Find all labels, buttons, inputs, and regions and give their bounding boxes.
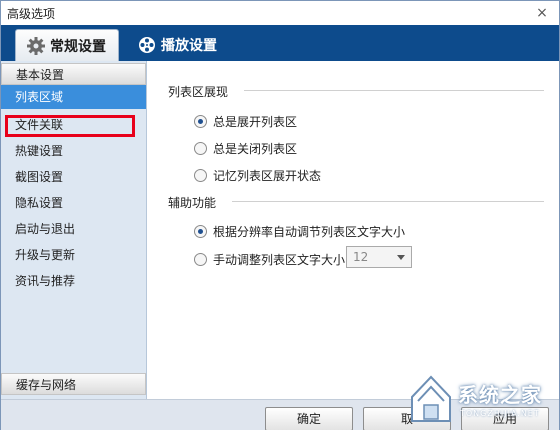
tab-playback-settings[interactable]: 播放设置	[127, 29, 227, 61]
tab-playback-label: 播放设置	[161, 38, 217, 54]
film-reel-icon	[137, 35, 157, 55]
settings-sidebar: 基本设置 列表区域 文件关联 热键设置 截图设置 隐私设置 启动与退出 升级与更…	[1, 61, 147, 399]
sidebar-item-privacy[interactable]: 隐私设置	[1, 191, 146, 215]
radio-label: 根据分辨率自动调节列表区文字大小	[213, 225, 406, 239]
radio-manual-font-size[interactable]: 手动调整列表区文字大小	[194, 251, 345, 268]
section-divider	[232, 201, 544, 202]
radio-remember-state[interactable]: 记忆列表区展开状态	[194, 167, 321, 184]
radio-dot	[194, 169, 207, 182]
section-title-list-display: 列表区展现	[168, 85, 229, 99]
font-size-select[interactable]: 12	[346, 246, 412, 268]
title-bar: 高级选项 ×	[1, 1, 559, 25]
sidebar-item-screenshot[interactable]: 截图设置	[1, 165, 146, 189]
radio-always-close[interactable]: 总是关闭列表区	[194, 140, 297, 157]
tab-bar: 常规设置 播放设置	[1, 25, 559, 61]
close-button[interactable]: ×	[533, 4, 551, 22]
radio-auto-font-size[interactable]: 根据分辨率自动调节列表区文字大小	[194, 223, 405, 240]
section-title-accessibility: 辅助功能	[168, 196, 217, 210]
advanced-options-window: 高级选项 × 常规设置 播放设置 基本设置 列表区域 文件关联 热键设置 截图设…	[0, 0, 560, 430]
radio-label: 手动调整列表区文字大小	[213, 253, 346, 267]
apply-button[interactable]: 应用	[461, 407, 549, 430]
sidebar-item-file-association[interactable]: 文件关联	[1, 113, 146, 137]
window-title: 高级选项	[7, 7, 56, 21]
chevron-down-icon	[397, 255, 405, 260]
radio-dot	[194, 225, 207, 238]
radio-label: 记忆列表区展开状态	[213, 169, 322, 183]
radio-label: 总是展开列表区	[213, 115, 298, 129]
gear-icon	[26, 36, 46, 56]
radio-label: 总是关闭列表区	[213, 142, 298, 156]
cancel-button[interactable]: 取	[363, 407, 451, 430]
dialog-footer: 确定 取 应用	[1, 399, 559, 430]
sidebar-item-hotkeys[interactable]: 热键设置	[1, 139, 146, 163]
radio-always-expand[interactable]: 总是展开列表区	[194, 113, 297, 130]
radio-dot	[194, 142, 207, 155]
tab-general-label: 常规设置	[50, 38, 106, 55]
dialog-body: 基本设置 列表区域 文件关联 热键设置 截图设置 隐私设置 启动与退出 升级与更…	[1, 61, 559, 430]
section-divider	[244, 90, 544, 91]
font-size-value: 12	[353, 250, 369, 264]
sidebar-item-upgrade-update[interactable]: 升级与更新	[1, 243, 146, 267]
tab-general-settings[interactable]: 常规设置	[15, 29, 119, 61]
sidebar-item-startup-exit[interactable]: 启动与退出	[1, 217, 146, 241]
sidebar-header-cache-network[interactable]: 缓存与网络	[1, 373, 146, 395]
ok-button[interactable]: 确定	[265, 407, 353, 430]
settings-panel: 列表区展现 总是展开列表区 总是关闭列表区 记忆列表区展开状态 辅助功能 根据分…	[148, 61, 559, 399]
sidebar-item-news-recommend[interactable]: 资讯与推荐	[1, 269, 146, 293]
sidebar-item-list-area[interactable]: 列表区域	[1, 85, 146, 109]
radio-dot	[194, 253, 207, 266]
radio-dot	[194, 115, 207, 128]
sidebar-header-basic-settings[interactable]: 基本设置	[1, 63, 146, 85]
